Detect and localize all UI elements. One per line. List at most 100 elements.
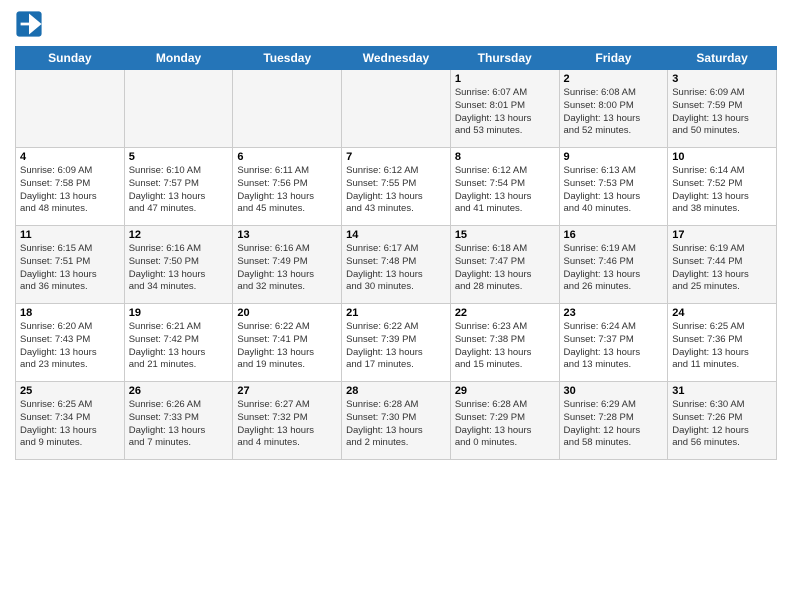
calendar-cell: 11 Sunrise: 6:15 AM Sunset: 7:51 PM Dayli… bbox=[16, 226, 125, 304]
calendar-cell: 30 Sunrise: 6:29 AM Sunset: 7:28 PM Dayli… bbox=[559, 382, 668, 460]
weekday-header-row: SundayMondayTuesdayWednesdayThursdayFrid… bbox=[16, 47, 777, 70]
calendar-cell: 3 Sunrise: 6:09 AM Sunset: 7:59 PM Daylig… bbox=[668, 70, 777, 148]
day-info: Sunrise: 6:18 AM Sunset: 7:47 PM Dayligh… bbox=[455, 243, 555, 294]
day-info: Sunrise: 6:20 AM Sunset: 7:43 PM Dayligh… bbox=[20, 321, 120, 372]
calendar-cell: 29Sunrise: 6:28 AM Sunset: 7:29 PM Dayli… bbox=[450, 382, 559, 460]
day-info: Sunrise: 6:15 AM Sunset: 7:51 PM Dayligh… bbox=[20, 243, 120, 294]
day-info: Sunrise: 6:30 AM Sunset: 7:26 PM Dayligh… bbox=[672, 399, 772, 450]
weekday-header-tuesday: Tuesday bbox=[233, 47, 342, 70]
calendar-cell: 23 Sunrise: 6:24 AM Sunset: 7:37 PM Dayli… bbox=[559, 304, 668, 382]
weekday-header-monday: Monday bbox=[124, 47, 233, 70]
day-number: 12 bbox=[129, 229, 229, 241]
calendar-cell: 26Sunrise: 6:26 AM Sunset: 7:33 PM Dayli… bbox=[124, 382, 233, 460]
day-number: 6 bbox=[237, 151, 337, 163]
logo-icon bbox=[15, 10, 43, 38]
day-info: Sunrise: 6:21 AM Sunset: 7:42 PM Dayligh… bbox=[129, 321, 229, 372]
day-info: Sunrise: 6:19 AM Sunset: 7:46 PM Dayligh… bbox=[564, 243, 664, 294]
day-info: Sunrise: 6:25 AM Sunset: 7:34 PM Dayligh… bbox=[20, 399, 120, 450]
day-number: 28 bbox=[346, 385, 446, 397]
calendar-cell: 24Sunrise: 6:25 AM Sunset: 7:36 PM Dayli… bbox=[668, 304, 777, 382]
day-info: Sunrise: 6:19 AM Sunset: 7:44 PM Dayligh… bbox=[672, 243, 772, 294]
day-info: Sunrise: 6:09 AM Sunset: 7:58 PM Dayligh… bbox=[20, 165, 120, 216]
day-number: 30 bbox=[564, 385, 664, 397]
day-number: 16 bbox=[564, 229, 664, 241]
page: SundayMondayTuesdayWednesdayThursdayFrid… bbox=[0, 0, 792, 612]
day-number: 17 bbox=[672, 229, 772, 241]
header bbox=[15, 10, 777, 38]
logo bbox=[15, 10, 47, 38]
calendar-cell: 9 Sunrise: 6:13 AM Sunset: 7:53 PM Daylig… bbox=[559, 148, 668, 226]
day-info: Sunrise: 6:24 AM Sunset: 7:37 PM Dayligh… bbox=[564, 321, 664, 372]
calendar-week-1: 1 Sunrise: 6:07 AM Sunset: 8:01 PM Daylig… bbox=[16, 70, 777, 148]
calendar-cell: 27 Sunrise: 6:27 AM Sunset: 7:32 PM Dayli… bbox=[233, 382, 342, 460]
calendar-cell bbox=[342, 70, 451, 148]
day-info: Sunrise: 6:10 AM Sunset: 7:57 PM Dayligh… bbox=[129, 165, 229, 216]
day-number: 2 bbox=[564, 73, 664, 85]
day-info: Sunrise: 6:08 AM Sunset: 8:00 PM Dayligh… bbox=[564, 87, 664, 138]
day-info: Sunrise: 6:22 AM Sunset: 7:41 PM Dayligh… bbox=[237, 321, 337, 372]
calendar-cell: 7 Sunrise: 6:12 AM Sunset: 7:55 PM Daylig… bbox=[342, 148, 451, 226]
calendar-cell: 5 Sunrise: 6:10 AM Sunset: 7:57 PM Daylig… bbox=[124, 148, 233, 226]
calendar-week-5: 25 Sunrise: 6:25 AM Sunset: 7:34 PM Dayli… bbox=[16, 382, 777, 460]
day-number: 8 bbox=[455, 151, 555, 163]
day-info: Sunrise: 6:17 AM Sunset: 7:48 PM Dayligh… bbox=[346, 243, 446, 294]
day-number: 10 bbox=[672, 151, 772, 163]
day-info: Sunrise: 6:14 AM Sunset: 7:52 PM Dayligh… bbox=[672, 165, 772, 216]
calendar-cell: 8 Sunrise: 6:12 AM Sunset: 7:54 PM Daylig… bbox=[450, 148, 559, 226]
calendar-cell: 17 Sunrise: 6:19 AM Sunset: 7:44 PM Dayli… bbox=[668, 226, 777, 304]
day-info: Sunrise: 6:16 AM Sunset: 7:49 PM Dayligh… bbox=[237, 243, 337, 294]
day-info: Sunrise: 6:09 AM Sunset: 7:59 PM Dayligh… bbox=[672, 87, 772, 138]
calendar-cell: 14 Sunrise: 6:17 AM Sunset: 7:48 PM Dayli… bbox=[342, 226, 451, 304]
day-number: 29 bbox=[455, 385, 555, 397]
calendar-cell: 12 Sunrise: 6:16 AM Sunset: 7:50 PM Dayli… bbox=[124, 226, 233, 304]
weekday-header-thursday: Thursday bbox=[450, 47, 559, 70]
day-info: Sunrise: 6:13 AM Sunset: 7:53 PM Dayligh… bbox=[564, 165, 664, 216]
day-number: 4 bbox=[20, 151, 120, 163]
day-number: 11 bbox=[20, 229, 120, 241]
calendar-cell bbox=[16, 70, 125, 148]
calendar-cell: 18 Sunrise: 6:20 AM Sunset: 7:43 PM Dayli… bbox=[16, 304, 125, 382]
calendar-table: SundayMondayTuesdayWednesdayThursdayFrid… bbox=[15, 46, 777, 460]
day-info: Sunrise: 6:16 AM Sunset: 7:50 PM Dayligh… bbox=[129, 243, 229, 294]
calendar-cell: 1 Sunrise: 6:07 AM Sunset: 8:01 PM Daylig… bbox=[450, 70, 559, 148]
day-number: 7 bbox=[346, 151, 446, 163]
day-number: 14 bbox=[346, 229, 446, 241]
calendar-cell: 21 Sunrise: 6:22 AM Sunset: 7:39 PM Dayli… bbox=[342, 304, 451, 382]
calendar-cell bbox=[233, 70, 342, 148]
day-number: 22 bbox=[455, 307, 555, 319]
day-number: 27 bbox=[237, 385, 337, 397]
day-number: 3 bbox=[672, 73, 772, 85]
calendar-cell bbox=[124, 70, 233, 148]
calendar-cell: 19Sunrise: 6:21 AM Sunset: 7:42 PM Dayli… bbox=[124, 304, 233, 382]
calendar-cell: 28Sunrise: 6:28 AM Sunset: 7:30 PM Dayli… bbox=[342, 382, 451, 460]
calendar-cell: 6 Sunrise: 6:11 AM Sunset: 7:56 PM Daylig… bbox=[233, 148, 342, 226]
calendar-cell: 20 Sunrise: 6:22 AM Sunset: 7:41 PM Dayli… bbox=[233, 304, 342, 382]
calendar-cell: 16 Sunrise: 6:19 AM Sunset: 7:46 PM Dayli… bbox=[559, 226, 668, 304]
weekday-header-wednesday: Wednesday bbox=[342, 47, 451, 70]
day-number: 21 bbox=[346, 307, 446, 319]
day-number: 5 bbox=[129, 151, 229, 163]
day-info: Sunrise: 6:11 AM Sunset: 7:56 PM Dayligh… bbox=[237, 165, 337, 216]
weekday-header-sunday: Sunday bbox=[16, 47, 125, 70]
calendar-cell: 15 Sunrise: 6:18 AM Sunset: 7:47 PM Dayli… bbox=[450, 226, 559, 304]
calendar-cell: 4 Sunrise: 6:09 AM Sunset: 7:58 PM Daylig… bbox=[16, 148, 125, 226]
calendar-cell: 10 Sunrise: 6:14 AM Sunset: 7:52 PM Dayli… bbox=[668, 148, 777, 226]
day-number: 25 bbox=[20, 385, 120, 397]
day-number: 20 bbox=[237, 307, 337, 319]
day-number: 1 bbox=[455, 73, 555, 85]
day-info: Sunrise: 6:07 AM Sunset: 8:01 PM Dayligh… bbox=[455, 87, 555, 138]
calendar-week-3: 11 Sunrise: 6:15 AM Sunset: 7:51 PM Dayli… bbox=[16, 226, 777, 304]
calendar-cell: 13 Sunrise: 6:16 AM Sunset: 7:49 PM Dayli… bbox=[233, 226, 342, 304]
day-number: 18 bbox=[20, 307, 120, 319]
day-info: Sunrise: 6:22 AM Sunset: 7:39 PM Dayligh… bbox=[346, 321, 446, 372]
day-number: 13 bbox=[237, 229, 337, 241]
day-number: 9 bbox=[564, 151, 664, 163]
day-info: Sunrise: 6:12 AM Sunset: 7:55 PM Dayligh… bbox=[346, 165, 446, 216]
day-info: Sunrise: 6:29 AM Sunset: 7:28 PM Dayligh… bbox=[564, 399, 664, 450]
day-info: Sunrise: 6:12 AM Sunset: 7:54 PM Dayligh… bbox=[455, 165, 555, 216]
day-number: 23 bbox=[564, 307, 664, 319]
day-number: 31 bbox=[672, 385, 772, 397]
calendar-cell: 25 Sunrise: 6:25 AM Sunset: 7:34 PM Dayli… bbox=[16, 382, 125, 460]
day-number: 15 bbox=[455, 229, 555, 241]
day-info: Sunrise: 6:27 AM Sunset: 7:32 PM Dayligh… bbox=[237, 399, 337, 450]
